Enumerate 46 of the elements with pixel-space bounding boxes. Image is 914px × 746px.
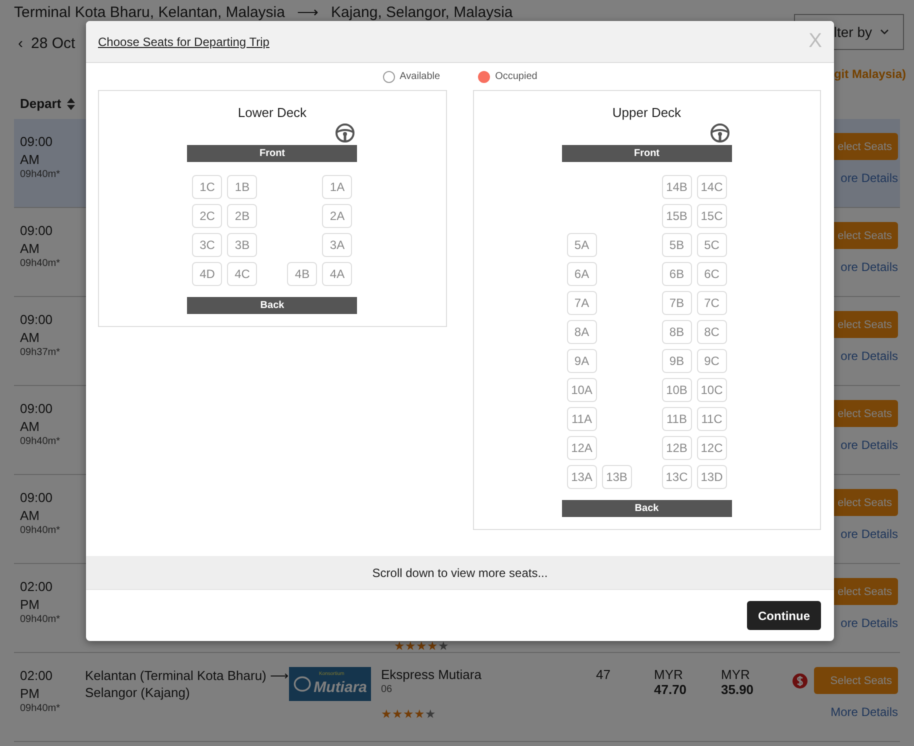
departure-period: PM	[20, 685, 40, 703]
duration: 09h40m*	[20, 703, 62, 714]
destination-title: Kajang, Selangor, Malaysia	[330, 4, 513, 22]
origin-title: Terminal Kota Bharu, Kelantan, Malaysia	[14, 4, 285, 22]
dialog-title: Choose Seats for Departing Trip	[98, 34, 270, 48]
currency-note: git Malaysia)	[834, 66, 906, 83]
front-bar: Front	[562, 145, 732, 162]
departure-period: AM	[20, 418, 40, 436]
currency: MYR	[654, 667, 684, 682]
star-rating: ★★★★★	[394, 641, 449, 652]
price: 35.90	[721, 682, 755, 697]
currency: MYR	[721, 667, 751, 682]
departure-time: 09:00	[20, 311, 54, 329]
departure-time: 09:00	[20, 133, 54, 151]
bus-code: 06	[381, 684, 394, 695]
departure-period: PM	[20, 596, 40, 614]
departure-period: AM	[20, 329, 40, 347]
scroll-hint: Scroll down to view more seats...	[86, 556, 834, 589]
duration: 09h40m*	[20, 436, 62, 447]
duration: 09h37m*	[20, 347, 62, 358]
price: 47.70	[654, 682, 688, 697]
deck-title: Upper Deck	[612, 105, 682, 121]
route-text: Kelantan (Terminal Kota Bharu) ⟶ Selangor (Kajang)	[85, 667, 289, 702]
departure-time: 09:00	[20, 222, 54, 240]
date-label: 28 Oct	[31, 34, 76, 52]
seat-count: 47	[596, 667, 612, 684]
legend-label: Available	[400, 71, 440, 82]
duration: 09h40m*	[20, 258, 62, 269]
departure-time: 09:00	[20, 400, 54, 418]
departure-time: 09:00	[20, 489, 54, 507]
deck-title: Lower Deck	[238, 105, 307, 121]
back-bar: Back	[187, 297, 358, 314]
duration: 09h40m*	[20, 169, 62, 180]
route-arrow: ⟶	[296, 4, 319, 22]
departure-time: 02:00	[20, 667, 54, 685]
front-bar: Front	[187, 145, 358, 162]
legend-label: Occupied	[495, 71, 538, 82]
operator-name: Ekspress Mutiara	[381, 667, 482, 682]
departure-time: 02:00	[20, 578, 54, 596]
departure-period: AM	[20, 240, 40, 258]
departure-period: AM	[20, 151, 40, 169]
departure-period: AM	[20, 507, 40, 525]
duration: 09h40m*	[20, 614, 62, 625]
back-bar: Back	[562, 500, 732, 517]
star-rating: ★★★★★	[381, 707, 437, 721]
duration: 09h40m*	[20, 525, 62, 536]
